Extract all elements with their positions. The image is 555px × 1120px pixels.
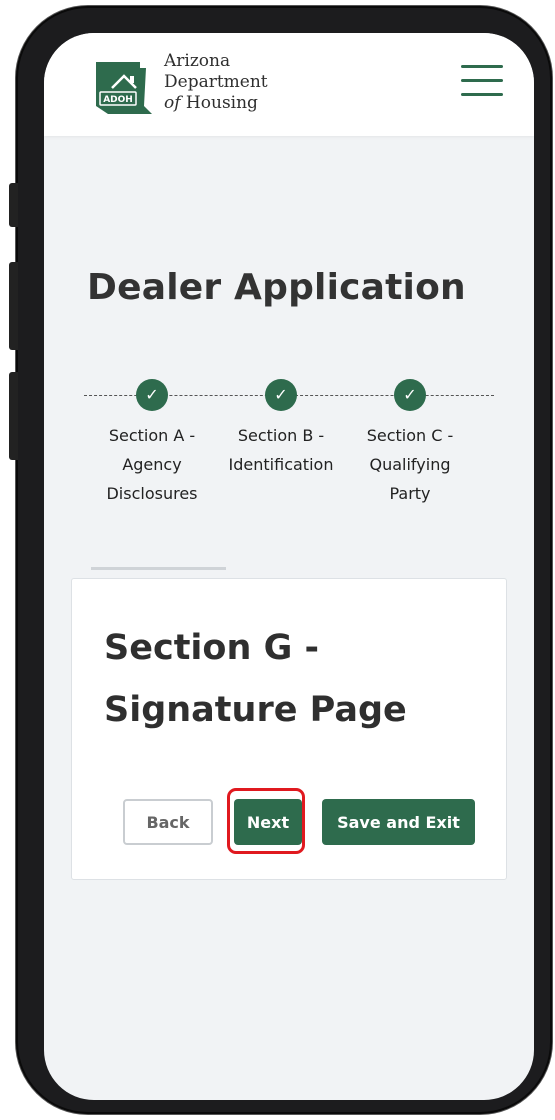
agency-name[interactable]: Arizona Department of Housing [164,51,268,114]
step-label: Section C - Qualifying Party [340,421,480,508]
volume-down-button [9,372,18,460]
agency-name-housing: Housing [180,93,258,113]
step-label-line: Qualifying [369,455,451,474]
checkmark-icon: ✓ [265,379,297,411]
page-title: Dealer Application [87,267,466,308]
step-label-line: Section C - [366,426,454,445]
hamburger-menu-icon[interactable] [461,65,503,97]
menu-bar [461,65,503,68]
step-label: Section B - Identification [211,421,351,479]
section-title: Section G - Signature Page [104,617,407,741]
site-header: ADOH Arizona Department of Housing [44,33,534,136]
progress-stepper: ✓ Section A - Agency Disclosures ✓ Secti… [84,373,494,513]
step-section-a[interactable]: ✓ Section A - Agency Disclosures [82,379,222,508]
agency-name-of: of [164,93,181,113]
next-button-highlight [227,788,305,854]
section-title-line2: Signature Page [104,690,407,730]
step-label-line: Disclosures [106,484,198,503]
back-button[interactable]: Back [123,799,213,845]
arizona-logo-icon[interactable]: ADOH [94,54,156,116]
section-title-line1: Section G - [104,628,320,668]
volume-up-button [9,262,18,350]
step-label-line: Identification [228,455,334,474]
agency-name-line2: Department [164,72,268,92]
step-label-line: Agency [122,455,182,474]
checkmark-icon: ✓ [394,379,426,411]
card-scroll-indicator [91,567,226,570]
menu-bar [461,93,503,96]
step-label-line: Party [389,484,431,503]
phone-screen: ADOH Arizona Department of Housing Deale… [44,33,534,1100]
mute-switch [9,183,18,227]
step-label-line: Section A - [108,426,196,445]
logo-abbr: ADOH [103,95,133,105]
step-label-line: Section B - [237,426,325,445]
step-section-c[interactable]: ✓ Section C - Qualifying Party [340,379,480,508]
agency-name-line1: Arizona [164,51,231,71]
step-label: Section A - Agency Disclosures [82,421,222,508]
agency-name-line3: of Housing [164,93,268,114]
menu-bar [461,79,503,82]
step-section-b[interactable]: ✓ Section B - Identification [211,379,351,479]
save-and-exit-button[interactable]: Save and Exit [322,799,475,845]
checkmark-icon: ✓ [136,379,168,411]
